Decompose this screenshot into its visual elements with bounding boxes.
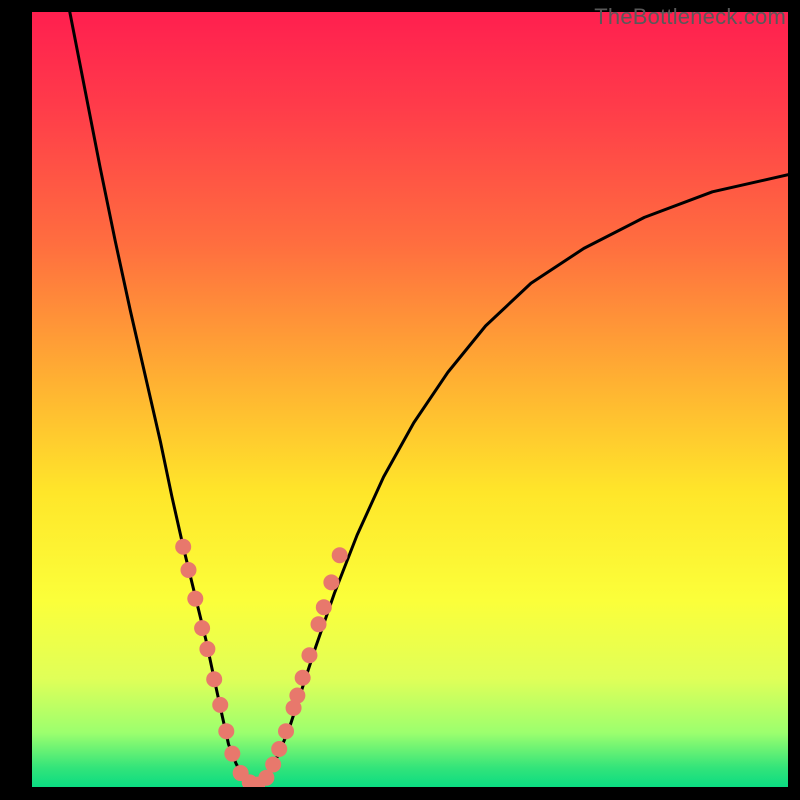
scatter-point — [295, 670, 311, 686]
scatter-point — [187, 591, 203, 607]
scatter-point — [311, 616, 327, 632]
scatter-point — [206, 671, 222, 687]
scatter-point — [218, 723, 234, 739]
scatter-point — [194, 620, 210, 636]
chart-frame — [32, 12, 788, 787]
scatter-point — [278, 723, 294, 739]
scatter-point — [175, 539, 191, 555]
watermark-text: TheBottleneck.com — [594, 4, 786, 30]
scatter-point — [332, 547, 348, 563]
gradient-background — [32, 12, 788, 787]
bottleneck-chart — [32, 12, 788, 787]
scatter-point — [199, 641, 215, 657]
scatter-point — [180, 562, 196, 578]
scatter-point — [289, 688, 305, 704]
scatter-point — [271, 741, 287, 757]
scatter-point — [323, 574, 339, 590]
scatter-point — [301, 647, 317, 663]
scatter-point — [316, 599, 332, 615]
scatter-point — [212, 697, 228, 713]
scatter-point — [224, 746, 240, 762]
scatter-point — [265, 757, 281, 773]
